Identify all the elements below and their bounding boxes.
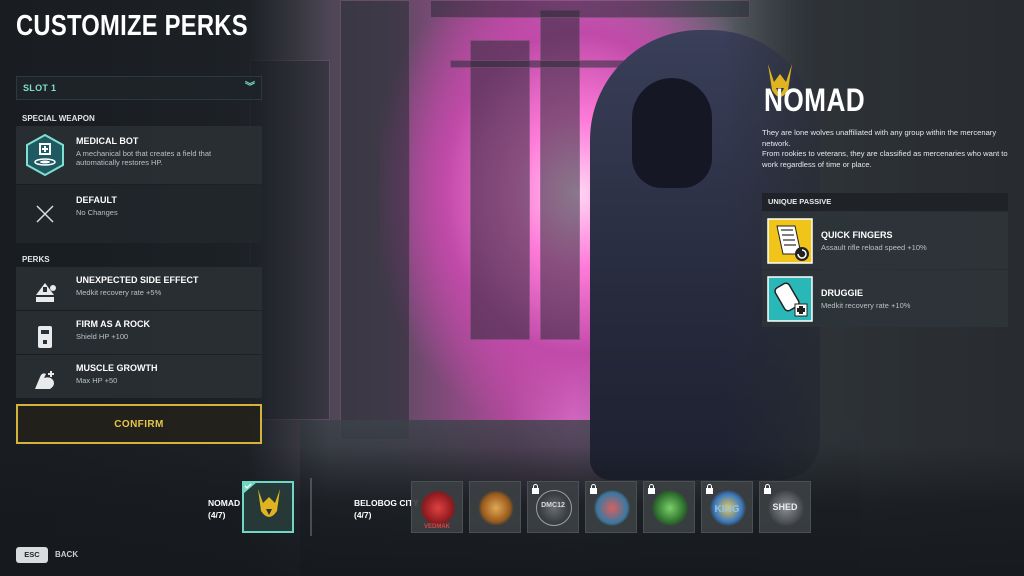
special-weapon-section-label: SPECIAL WEAPON bbox=[22, 114, 95, 123]
faction-group-name: BELOBOG CITY bbox=[354, 498, 419, 508]
faction-tile-nomad[interactable] bbox=[242, 481, 294, 533]
current-faction-group: NOMAD (4/7) bbox=[208, 497, 240, 521]
special-weapon-desc: A mechanical bot that creates a field th… bbox=[76, 149, 212, 167]
overhead-beam bbox=[430, 0, 750, 18]
perks-section-label: PERKS bbox=[22, 255, 50, 264]
perk-muscle-growth[interactable]: MUSCLE GROWTH Max HP +50 bbox=[16, 355, 262, 398]
close-x-icon bbox=[22, 192, 68, 236]
faction-tile-vedmak[interactable]: VEDMAK bbox=[411, 481, 463, 533]
shed-emblem-label: SHED bbox=[772, 502, 798, 512]
esc-key-button[interactable]: ESC bbox=[16, 547, 48, 563]
confirm-button[interactable]: CONFIRM bbox=[16, 404, 262, 444]
faction-tile-king[interactable]: KING bbox=[701, 481, 753, 533]
hood-shadow bbox=[632, 78, 712, 188]
unique-passive-header: UNIQUE PASSIVE bbox=[762, 193, 1008, 211]
nomad-emblem-icon bbox=[258, 489, 280, 517]
passive-desc: Medkit recovery rate +10% bbox=[821, 300, 911, 310]
perk-name: MUSCLE GROWTH bbox=[76, 363, 158, 373]
perk-desc: Medkit recovery rate +5% bbox=[76, 288, 162, 297]
faction-tile-serpent[interactable] bbox=[469, 481, 521, 533]
faction-name: NOMAD bbox=[764, 82, 866, 118]
faction-description: They are lone wolves unaffiliated with a… bbox=[762, 128, 1008, 169]
lock-icon bbox=[706, 484, 713, 494]
lock-icon bbox=[648, 484, 655, 494]
perk-unexpected-side-effect[interactable]: UNEXPECTED SIDE EFFECT Medkit recovery r… bbox=[16, 267, 262, 310]
druggie-pill-icon bbox=[767, 275, 813, 322]
confirm-button-label: CONFIRM bbox=[114, 418, 164, 430]
perk-desc: Shield HP +100 bbox=[76, 332, 129, 341]
perk-name: FIRM AS A ROCK bbox=[76, 319, 150, 329]
flexed-arm-icon bbox=[22, 360, 68, 402]
vedmak-emblem-icon bbox=[420, 490, 456, 526]
snake-emblem-icon bbox=[478, 490, 514, 526]
other-faction-group: BELOBOG CITY (4/7) bbox=[354, 497, 419, 521]
medkit-effect-icon bbox=[22, 272, 68, 314]
passive-name: QUICK FINGERS bbox=[821, 229, 893, 240]
perk-name: UNEXPECTED SIDE EFFECT bbox=[76, 275, 199, 285]
slot-dropdown[interactable]: SLOT 1 ︾ bbox=[16, 76, 262, 100]
perks-panel: SLOT 1 ︾ SPECIAL WEAPON MEDICAL BOT A me… bbox=[16, 76, 262, 444]
dmc12-emblem-label: DMC12 bbox=[541, 502, 565, 509]
red-badge-emblem-icon bbox=[594, 490, 630, 526]
faction-group-divider bbox=[310, 478, 312, 536]
lock-icon bbox=[532, 484, 539, 494]
medical-bot-icon bbox=[22, 133, 68, 177]
faction-group-count: (4/7) bbox=[354, 510, 372, 520]
slot-dropdown-label: SLOT 1 bbox=[23, 83, 57, 93]
special-weapon-name: DEFAULT bbox=[76, 195, 117, 205]
faction-tile-dmc12[interactable]: DMC12 bbox=[527, 481, 579, 533]
page-title: CUSTOMIZE PERKS bbox=[16, 10, 248, 42]
king-emblem-label: KING bbox=[714, 504, 740, 515]
green-skull-emblem-icon bbox=[652, 490, 688, 526]
unique-passive-section: UNIQUE PASSIVE QUICK FINGERS Assault rif… bbox=[762, 193, 1008, 327]
vedmak-emblem-label: VEDMAK bbox=[423, 524, 450, 530]
faction-group-count: (4/7) bbox=[208, 510, 226, 520]
faction-tile-green-skull[interactable] bbox=[643, 481, 695, 533]
faction-group-name: NOMAD bbox=[208, 498, 241, 508]
lock-icon bbox=[764, 484, 771, 494]
back-label[interactable]: BACK bbox=[55, 547, 78, 563]
faction-tile-red-badge[interactable] bbox=[585, 481, 637, 533]
shield-icon bbox=[22, 316, 68, 358]
special-weapon-default[interactable]: DEFAULT No Changes bbox=[16, 185, 262, 243]
special-weapon-medical-bot[interactable]: MEDICAL BOT A mechanical bot that create… bbox=[16, 126, 262, 184]
faction-tile-shed[interactable]: SHED bbox=[759, 481, 811, 533]
building-silhouette bbox=[340, 0, 410, 440]
perk-firm-as-a-rock[interactable]: FIRM AS A ROCK Shield HP +100 bbox=[16, 311, 262, 354]
double-chevron-down-icon: ︾ bbox=[245, 82, 255, 93]
quick-fingers-icon bbox=[767, 217, 813, 264]
passive-name: DRUGGIE bbox=[821, 287, 864, 298]
special-weapon-desc: No Changes bbox=[76, 208, 118, 217]
building-silhouette bbox=[470, 40, 530, 340]
lock-icon bbox=[590, 484, 597, 494]
special-weapon-name: MEDICAL BOT bbox=[76, 136, 139, 146]
perk-desc: Max HP +50 bbox=[76, 376, 118, 385]
passive-desc: Assault rifle reload speed +10% bbox=[821, 242, 927, 252]
passive-druggie[interactable]: DRUGGIE Medkit recovery rate +10% bbox=[762, 270, 1008, 327]
passive-quick-fingers[interactable]: QUICK FINGERS Assault rifle reload speed… bbox=[762, 212, 1008, 269]
